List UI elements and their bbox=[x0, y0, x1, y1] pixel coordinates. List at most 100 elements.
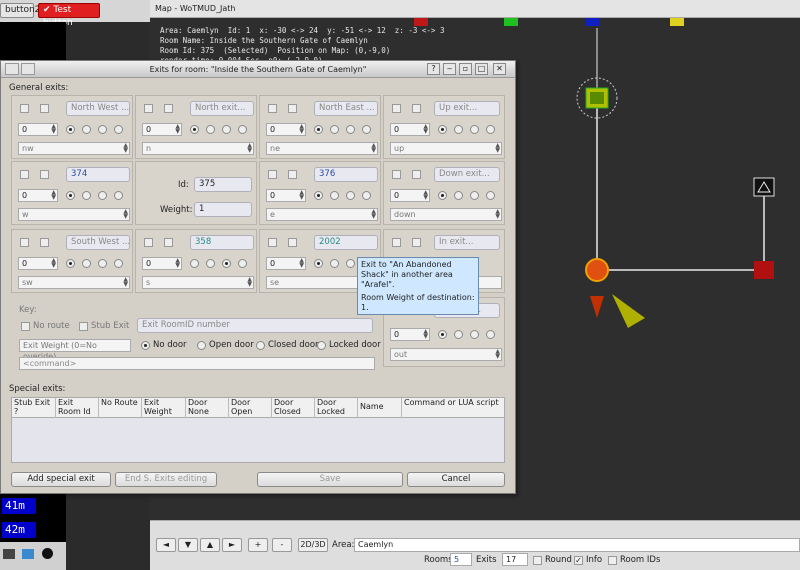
nw-room-field[interactable]: North West ... bbox=[66, 101, 130, 116]
room-ids-checkbox[interactable] bbox=[608, 556, 617, 565]
s-door-closed-radio[interactable] bbox=[222, 259, 231, 268]
zoom-in-button[interactable]: + bbox=[248, 538, 268, 552]
out-weight-spinbox[interactable]: 0 ▲ ▼ bbox=[390, 328, 430, 341]
s-command-field[interactable]: s ▲ ▼ bbox=[142, 276, 254, 289]
ne-door-open-radio[interactable] bbox=[330, 125, 339, 134]
ne-weight-spinbox[interactable]: 0 ▲ ▼ bbox=[266, 123, 306, 136]
e-door-none-radio[interactable] bbox=[314, 191, 323, 200]
exits-spinbox[interactable]: 17 bbox=[502, 553, 528, 566]
sw-room-field[interactable]: South West ... bbox=[66, 235, 130, 250]
s-weight-spinbox[interactable]: 0 ▲ ▼ bbox=[142, 257, 182, 270]
nav-west-button[interactable]: ◄ bbox=[156, 538, 176, 552]
dialog-titlebar[interactable]: Exits for room: "Inside the Southern Gat… bbox=[1, 61, 515, 78]
down-room-field[interactable]: Down exit... bbox=[434, 167, 500, 182]
down-door-none-radio[interactable] bbox=[438, 191, 447, 200]
room-marker[interactable] bbox=[586, 18, 600, 26]
n-stub-checkbox[interactable] bbox=[164, 104, 173, 113]
ne-noroute-checkbox[interactable] bbox=[268, 104, 277, 113]
n-noroute-checkbox[interactable] bbox=[144, 104, 153, 113]
room-warning[interactable] bbox=[753, 177, 775, 197]
up-room-field[interactable]: Up exit... bbox=[434, 101, 500, 116]
nw-door-open-radio[interactable] bbox=[82, 125, 91, 134]
out-door-locked-radio[interactable] bbox=[486, 330, 495, 339]
sw-door-open-radio[interactable] bbox=[82, 259, 91, 268]
in-noroute-checkbox[interactable] bbox=[392, 238, 401, 247]
n-door-open-radio[interactable] bbox=[206, 125, 215, 134]
up-stub-checkbox[interactable] bbox=[412, 104, 421, 113]
special-exits-table[interactable]: Stub Exit ? Exit Room Id No Route Exit W… bbox=[11, 397, 505, 463]
cancel-button[interactable]: Cancel bbox=[407, 472, 505, 487]
out-door-none-radio[interactable] bbox=[438, 330, 447, 339]
col-stub-exit[interactable]: Stub Exit ? bbox=[12, 398, 56, 418]
info-checkbox[interactable]: ✓ bbox=[574, 556, 583, 565]
s-stub-checkbox[interactable] bbox=[164, 238, 173, 247]
save-button[interactable]: Save bbox=[257, 472, 403, 487]
down-stub-checkbox[interactable] bbox=[412, 170, 421, 179]
e-door-closed-radio[interactable] bbox=[346, 191, 355, 200]
e-door-open-radio[interactable] bbox=[330, 191, 339, 200]
room-marker[interactable] bbox=[670, 18, 684, 26]
nw-door-locked-radio[interactable] bbox=[114, 125, 123, 134]
ne-door-none-radio[interactable] bbox=[314, 125, 323, 134]
se-door-open-radio[interactable] bbox=[330, 259, 339, 268]
nw-noroute-checkbox[interactable] bbox=[20, 104, 29, 113]
nw-door-none-radio[interactable] bbox=[66, 125, 75, 134]
nw-door-closed-radio[interactable] bbox=[98, 125, 107, 134]
sw-stub-checkbox[interactable] bbox=[40, 238, 49, 247]
menu-icon[interactable] bbox=[21, 63, 35, 75]
up-door-locked-radio[interactable] bbox=[486, 125, 495, 134]
up-command-field[interactable]: up ▲ ▼ bbox=[390, 142, 502, 155]
down-command-field[interactable]: down ▲ ▼ bbox=[390, 208, 502, 221]
w-room-field[interactable]: 374 bbox=[66, 167, 130, 182]
ne-door-locked-radio[interactable] bbox=[362, 125, 371, 134]
se-weight-spinbox[interactable]: 0 ▲ ▼ bbox=[266, 257, 306, 270]
col-door-none[interactable]: Door None bbox=[186, 398, 229, 418]
out-door-open-radio[interactable] bbox=[454, 330, 463, 339]
e-noroute-checkbox[interactable] bbox=[268, 170, 277, 179]
image-icon[interactable] bbox=[22, 549, 34, 559]
col-exit-weight[interactable]: Exit Weight bbox=[142, 398, 186, 418]
n-room-field[interactable]: North exit... bbox=[190, 101, 254, 116]
area-select[interactable]: Caemlyn bbox=[354, 538, 800, 552]
view-2d3d-button[interactable]: 2D/3D bbox=[298, 538, 328, 552]
col-command[interactable]: Command or LUA script bbox=[402, 398, 504, 418]
sw-noroute-checkbox[interactable] bbox=[20, 238, 29, 247]
n-door-locked-radio[interactable] bbox=[238, 125, 247, 134]
help-icon[interactable]: ? bbox=[427, 63, 440, 75]
w-noroute-checkbox[interactable] bbox=[20, 170, 29, 179]
nav-south-button[interactable]: ▼ bbox=[178, 538, 198, 552]
down-door-closed-radio[interactable] bbox=[470, 191, 479, 200]
end-special-exits-button[interactable]: End S. Exits editing bbox=[115, 472, 217, 487]
col-name[interactable]: Name bbox=[358, 398, 402, 418]
nw-command-field[interactable]: nw ▲ ▼ bbox=[18, 142, 130, 155]
ne-door-closed-radio[interactable] bbox=[346, 125, 355, 134]
maximize-icon[interactable]: □ bbox=[475, 63, 488, 75]
se-door-closed-radio[interactable] bbox=[346, 259, 355, 268]
w-command-field[interactable]: w ▲ ▼ bbox=[18, 208, 130, 221]
nw-weight-spinbox[interactable]: 0 ▲ ▼ bbox=[18, 123, 58, 136]
n-door-none-radio[interactable] bbox=[190, 125, 199, 134]
s-room-field[interactable]: 358 bbox=[190, 235, 254, 250]
ne-room-field[interactable]: North East ... bbox=[314, 101, 378, 116]
shade-icon[interactable]: ‒ bbox=[443, 63, 456, 75]
add-special-exit-button[interactable]: Add special exit bbox=[11, 472, 111, 487]
weight-field[interactable]: 1 bbox=[194, 202, 252, 217]
up-weight-spinbox[interactable]: 0 ▲ ▼ bbox=[390, 123, 430, 136]
w-stub-checkbox[interactable] bbox=[40, 170, 49, 179]
s-door-locked-radio[interactable] bbox=[238, 259, 247, 268]
nav-east-button[interactable]: ► bbox=[222, 538, 242, 552]
n-weight-spinbox[interactable]: 0 ▲ ▼ bbox=[142, 123, 182, 136]
zoom-out-button[interactable]: - bbox=[272, 538, 292, 552]
room-marker[interactable] bbox=[504, 18, 518, 26]
w-door-open-radio[interactable] bbox=[82, 191, 91, 200]
button2[interactable]: button2 bbox=[0, 3, 40, 18]
down-door-locked-radio[interactable] bbox=[486, 191, 495, 200]
room-marker[interactable] bbox=[414, 18, 428, 26]
ne-command-field[interactable]: ne ▲ ▼ bbox=[266, 142, 378, 155]
w-door-none-radio[interactable] bbox=[66, 191, 75, 200]
ball-icon[interactable] bbox=[42, 548, 53, 559]
col-door-locked[interactable]: Door Locked bbox=[315, 398, 358, 418]
round-checkbox[interactable] bbox=[533, 556, 542, 565]
room-south[interactable] bbox=[585, 258, 609, 282]
up-door-open-radio[interactable] bbox=[454, 125, 463, 134]
